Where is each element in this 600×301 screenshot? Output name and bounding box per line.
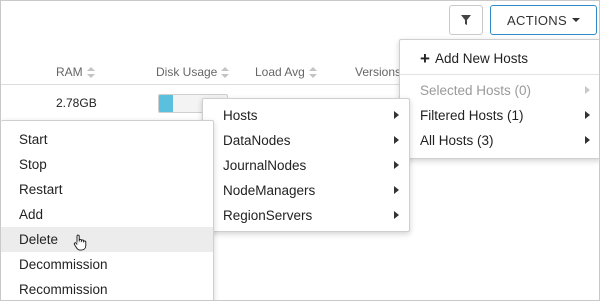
role-submenu: Hosts DataNodes JournalNodes NodeManager… (202, 98, 410, 232)
chevron-right-icon (394, 211, 399, 219)
submenu-item-journalnodes[interactable]: JournalNodes (203, 153, 409, 178)
command-menu: Start Stop Restart Add Delete Decommissi… (1, 120, 214, 300)
menu-item-decommission[interactable]: Decommission (1, 252, 213, 277)
all-hosts-item[interactable]: All Hosts (3) (400, 128, 599, 153)
sort-icon (221, 66, 230, 78)
menu-item-restart[interactable]: Restart (1, 177, 213, 202)
menu-item-recommission[interactable]: Recommission (1, 277, 213, 300)
selected-hosts-item[interactable]: Selected Hosts (0) (400, 78, 599, 103)
filter-button[interactable] (449, 5, 483, 35)
chevron-down-icon (571, 18, 580, 22)
column-header-ram[interactable]: RAM (56, 65, 95, 79)
filter-icon (461, 15, 471, 25)
disk-usage-fill (159, 95, 173, 112)
chevron-right-icon (394, 161, 399, 169)
add-new-hosts-item[interactable]: + Add New Hosts (400, 46, 599, 71)
menu-divider (400, 74, 599, 75)
actions-label: ACTIONS (507, 12, 567, 28)
actions-button[interactable]: ACTIONS (490, 5, 597, 35)
column-header-load-avg[interactable]: Load Avg (255, 65, 317, 79)
chevron-right-icon (394, 136, 399, 144)
chevron-right-icon (585, 136, 590, 144)
column-header-versions[interactable]: Versions (355, 65, 401, 79)
menu-item-stop[interactable]: Stop (1, 152, 213, 177)
submenu-item-datanodes[interactable]: DataNodes (203, 128, 409, 153)
chevron-right-icon (394, 111, 399, 119)
column-header-disk-usage[interactable]: Disk Usage (156, 65, 230, 79)
chevron-right-icon (585, 86, 590, 94)
sort-icon (86, 66, 95, 78)
submenu-item-regionservers[interactable]: RegionServers (203, 203, 409, 228)
menu-item-start[interactable]: Start (1, 127, 213, 152)
chevron-right-icon (585, 111, 590, 119)
filtered-hosts-item[interactable]: Filtered Hosts (1) (400, 103, 599, 128)
menu-item-add[interactable]: Add (1, 202, 213, 227)
plus-icon: + (420, 48, 430, 68)
actions-menu: + Add New Hosts Selected Hosts (0) Filte… (399, 39, 599, 159)
hosts-page: ACTIONS RAM Disk Usage Load Avg Versions… (0, 0, 600, 301)
menu-item-delete[interactable]: Delete (1, 227, 213, 252)
chevron-right-icon (394, 186, 399, 194)
ram-value: 2.78GB (56, 96, 97, 110)
submenu-item-hosts[interactable]: Hosts (203, 103, 409, 128)
hand-cursor-icon (73, 234, 87, 251)
submenu-item-nodemanagers[interactable]: NodeManagers (203, 178, 409, 203)
sort-icon (308, 66, 317, 78)
